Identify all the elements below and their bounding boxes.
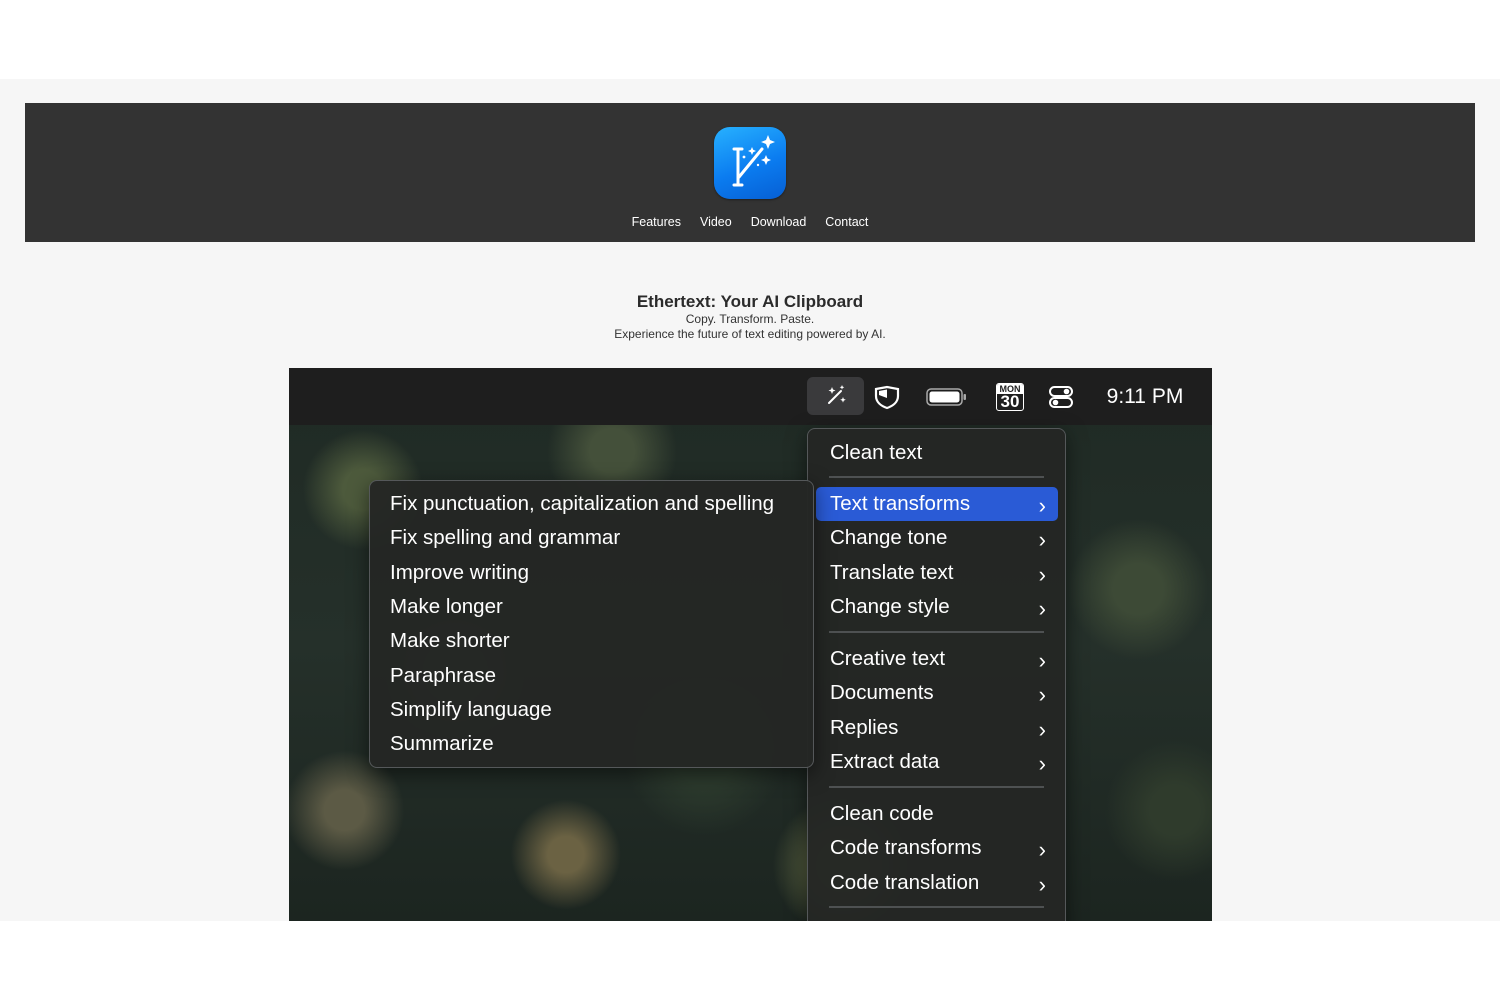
menu-item-label: Replies bbox=[830, 716, 899, 739]
nav-contact-link[interactable]: Contact bbox=[825, 215, 868, 229]
menu-separator bbox=[829, 786, 1044, 788]
chevron-right-icon: › bbox=[1038, 648, 1046, 673]
menu-item-clean-code[interactable]: Clean code bbox=[816, 797, 1058, 831]
nav-video-link[interactable]: Video bbox=[700, 215, 732, 229]
main-menu: Clean text Text transforms › Change tone… bbox=[807, 428, 1066, 921]
menu-item-label: Extract data bbox=[830, 750, 940, 773]
submenu-item[interactable]: Make longer bbox=[376, 590, 806, 624]
chevron-right-icon: › bbox=[1038, 596, 1046, 621]
magic-wand-icon[interactable] bbox=[807, 377, 864, 415]
menu-separator bbox=[829, 631, 1044, 633]
menu-item-code-translation[interactable]: Code translation › bbox=[816, 866, 1058, 900]
menu-item-documents[interactable]: Documents › bbox=[816, 676, 1058, 710]
description: Experience the future of text editing po… bbox=[614, 327, 886, 341]
menu-item-code-transforms[interactable]: Code transforms › bbox=[816, 831, 1058, 865]
hero: Ethertext: Your AI Clipboard Copy. Trans… bbox=[0, 291, 1500, 342]
text-transforms-submenu: Fix punctuation, capitalization and spel… bbox=[369, 480, 814, 768]
calendar-icon[interactable]: MON 30 bbox=[995, 368, 1025, 425]
menu-item-label: Clean text bbox=[830, 441, 923, 464]
tagline: Copy. Transform. Paste. bbox=[685, 312, 815, 326]
nav-features-link[interactable]: Features bbox=[632, 215, 681, 229]
menu-item-change-tone[interactable]: Change tone › bbox=[816, 521, 1058, 555]
macos-menubar: MON 30 9:11 PM bbox=[289, 368, 1212, 425]
battery-icon[interactable] bbox=[925, 368, 969, 425]
chevron-right-icon: › bbox=[1038, 562, 1046, 587]
submenu-item[interactable]: Fix spelling and grammar bbox=[376, 521, 806, 555]
site-nav: Features Video Download Contact bbox=[25, 215, 1475, 229]
menu-separator bbox=[829, 476, 1044, 478]
chevron-right-icon: › bbox=[1038, 717, 1046, 742]
menu-item-translate-text[interactable]: Translate text › bbox=[816, 556, 1058, 590]
chevron-right-icon: › bbox=[1038, 493, 1046, 518]
submenu-item[interactable]: Summarize bbox=[376, 727, 806, 761]
submenu-item[interactable]: Paraphrase bbox=[376, 659, 806, 693]
submenu-item[interactable]: Make shorter bbox=[376, 624, 806, 658]
menu-item-label: Clean code bbox=[830, 802, 934, 825]
chevron-right-icon: › bbox=[1038, 527, 1046, 552]
menu-item-label: Translate text bbox=[830, 561, 954, 584]
menu-separator bbox=[829, 906, 1044, 908]
chevron-right-icon: › bbox=[1038, 751, 1046, 776]
menu-item-label: Text transforms bbox=[830, 492, 971, 515]
submenu-item[interactable]: Improve writing bbox=[376, 556, 806, 590]
site-header: Features Video Download Contact bbox=[25, 103, 1475, 242]
menu-item-extract-data[interactable]: Extract data › bbox=[816, 745, 1058, 779]
submenu-item[interactable]: Simplify language bbox=[376, 693, 806, 727]
menu-item-label: Change tone bbox=[830, 526, 948, 549]
control-center-icon[interactable] bbox=[1046, 368, 1076, 425]
menu-item-replies[interactable]: Replies › bbox=[816, 711, 1058, 745]
chevron-right-icon: › bbox=[1038, 872, 1046, 897]
menu-item-change-style[interactable]: Change style › bbox=[816, 590, 1058, 624]
chevron-right-icon: › bbox=[1038, 837, 1046, 862]
menu-item-clean-text[interactable]: Clean text bbox=[816, 436, 1058, 470]
menu-item-creative-text[interactable]: Creative text › bbox=[816, 642, 1058, 676]
menu-item-label: Creative text bbox=[830, 647, 946, 670]
menu-item-label: Documents bbox=[830, 681, 934, 704]
page: Features Video Download Contact Ethertex… bbox=[0, 79, 1500, 921]
app-screenshot: MON 30 9:11 PM Clean text Text transform… bbox=[289, 368, 1212, 921]
chevron-right-icon: › bbox=[1038, 682, 1046, 707]
menu-item-label: Change style bbox=[830, 595, 950, 618]
menu-item-text-transforms[interactable]: Text transforms › bbox=[816, 487, 1058, 521]
app-logo-icon[interactable] bbox=[714, 127, 786, 199]
shield-icon[interactable] bbox=[871, 368, 903, 425]
nav-download-link[interactable]: Download bbox=[751, 215, 807, 229]
menu-item-label: Code transforms bbox=[830, 836, 982, 859]
page-title: Ethertext: Your AI Clipboard bbox=[636, 292, 864, 311]
menubar-clock[interactable]: 9:11 PM bbox=[1099, 368, 1191, 425]
menu-item-label: Code translation bbox=[830, 871, 980, 894]
calendar-day: 30 bbox=[1000, 391, 1020, 411]
submenu-item[interactable]: Fix punctuation, capitalization and spel… bbox=[376, 487, 806, 521]
